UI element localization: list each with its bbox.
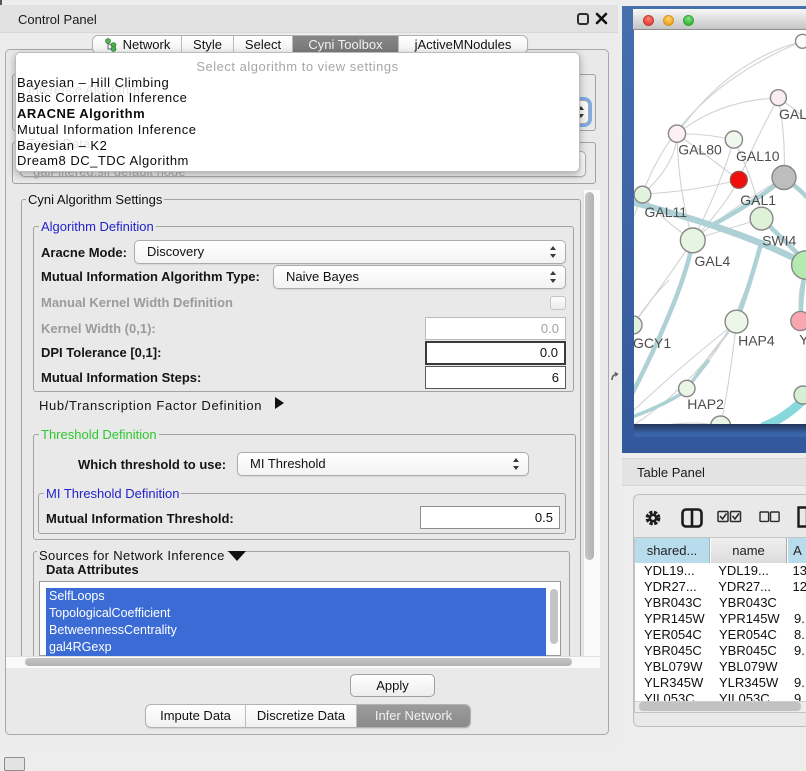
svg-text:GAL10: GAL10	[736, 148, 780, 164]
svg-text:GAL4: GAL4	[695, 253, 731, 269]
svg-text:HAP2: HAP2	[687, 396, 724, 412]
svg-text:GAL80: GAL80	[678, 142, 722, 158]
svg-text:GAL11: GAL11	[645, 204, 688, 220]
svg-text:SWI4: SWI4	[762, 232, 796, 248]
svg-text:GCY1: GCY1	[634, 335, 671, 351]
svg-text:GAL2: GAL2	[779, 106, 806, 122]
svg-text:HAP4: HAP4	[738, 333, 775, 349]
svg-text:YJL: YJL	[799, 332, 806, 348]
svg-text:GAL1: GAL1	[740, 192, 776, 208]
